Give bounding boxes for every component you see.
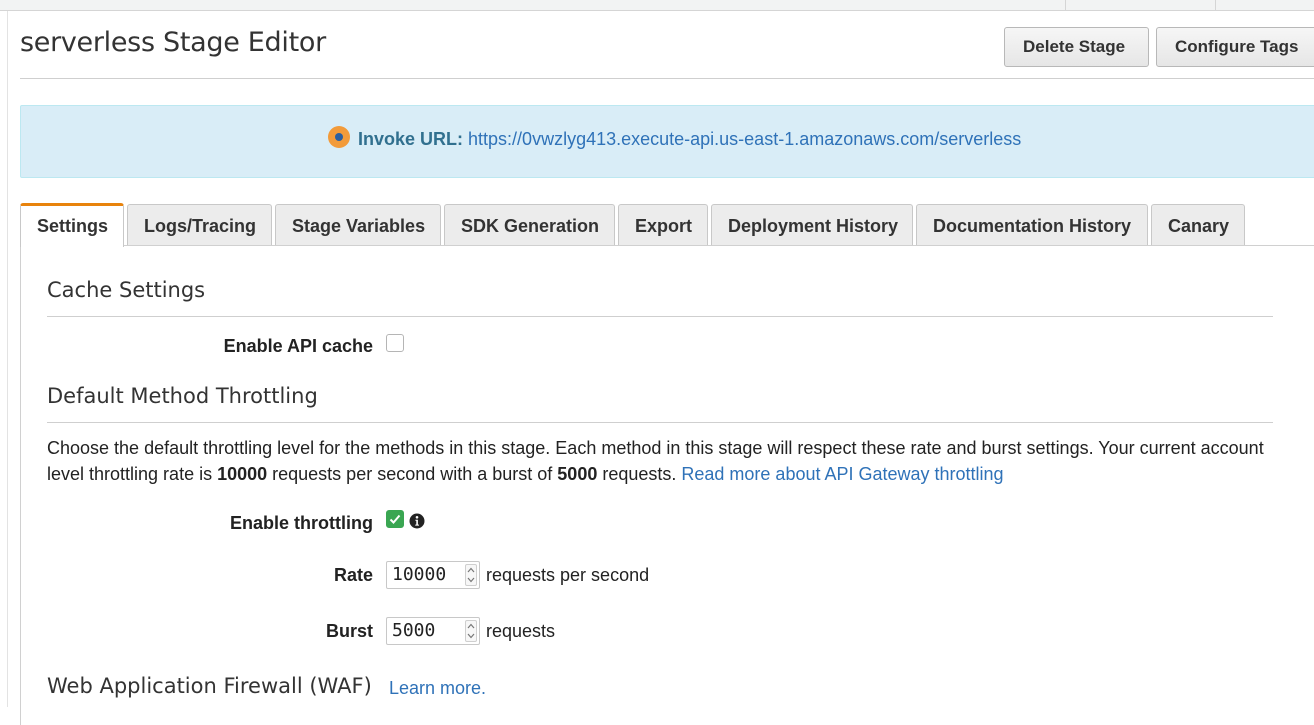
section-divider (47, 422, 1273, 423)
waf-learn-more-link[interactable]: Learn more. (389, 678, 486, 699)
rate-label: Rate (333, 565, 373, 585)
burst-input[interactable]: 5000 (386, 617, 480, 645)
rate-value: 10000 (392, 564, 447, 585)
invoke-url-label: Invoke URL: (358, 129, 464, 149)
account-burst-value: 5000 (557, 464, 598, 484)
chevron-down-icon[interactable] (467, 577, 475, 583)
throttling-title: Default Method Throttling (47, 384, 318, 408)
tab-settings[interactable]: Settings (20, 203, 124, 247)
enable-throttling-checkbox[interactable] (386, 510, 404, 528)
info-circle-icon[interactable] (409, 513, 425, 529)
delete-stage-button[interactable]: Delete Stage (1004, 27, 1149, 67)
burst-unit: requests (486, 621, 556, 641)
page-title: serverless Stage Editor (20, 27, 326, 58)
check-icon (389, 514, 401, 524)
invoke-url-banner: Invoke URL: https://0vwzlyg413.execute-a… (20, 105, 1314, 178)
burst-stepper[interactable] (465, 620, 477, 642)
enable-api-cache-label: Enable API cache (223, 336, 373, 356)
burst-label: Burst (325, 621, 373, 641)
top-toolbar-strip (0, 0, 1314, 11)
tab-documentation-history[interactable]: Documentation History (916, 204, 1148, 246)
configure-tags-button[interactable]: Configure Tags (1156, 27, 1314, 67)
waf-title: Web Application Firewall (WAF) (47, 674, 372, 698)
enable-throttling-label: Enable throttling (230, 513, 373, 533)
tab-sdk-generation[interactable]: SDK Generation (444, 204, 615, 246)
tab-stage-variables[interactable]: Stage Variables (275, 204, 441, 246)
cache-settings-title: Cache Settings (47, 278, 206, 302)
toolbar-divider (1215, 0, 1216, 11)
enable-api-cache-checkbox[interactable] (386, 334, 404, 352)
status-indicator-icon (328, 126, 350, 148)
chevron-down-icon[interactable] (467, 633, 475, 639)
account-rate-value: 10000 (217, 464, 268, 484)
chevron-up-icon[interactable] (467, 567, 475, 573)
burst-value: 5000 (392, 620, 436, 641)
throttling-description: Choose the default throttling level for … (47, 435, 1287, 487)
chevron-up-icon[interactable] (467, 623, 475, 629)
rate-input[interactable]: 10000 (386, 561, 480, 589)
tab-deployment-history[interactable]: Deployment History (711, 204, 913, 246)
throttling-desc-text: requests per second with a burst of (267, 464, 558, 484)
read-more-throttling-link[interactable]: Read more about API Gateway throttling (681, 464, 1003, 484)
tab-logs-tracing[interactable]: Logs/Tracing (127, 204, 272, 246)
invoke-url-link[interactable]: https://0vwzlyg413.execute-api.us-east-1… (468, 129, 1021, 149)
throttling-desc-text: requests. (597, 464, 682, 484)
tab-export[interactable]: Export (618, 204, 708, 246)
tab-canary[interactable]: Canary (1151, 204, 1245, 246)
invoke-url-line: Invoke URL: https://0vwzlyg413.execute-a… (358, 129, 1021, 150)
toolbar-divider (1065, 0, 1066, 11)
left-border (7, 11, 8, 707)
section-divider (47, 316, 1273, 317)
rate-unit: requests per second (486, 565, 650, 585)
rate-stepper[interactable] (465, 564, 477, 586)
title-divider (20, 78, 1314, 79)
